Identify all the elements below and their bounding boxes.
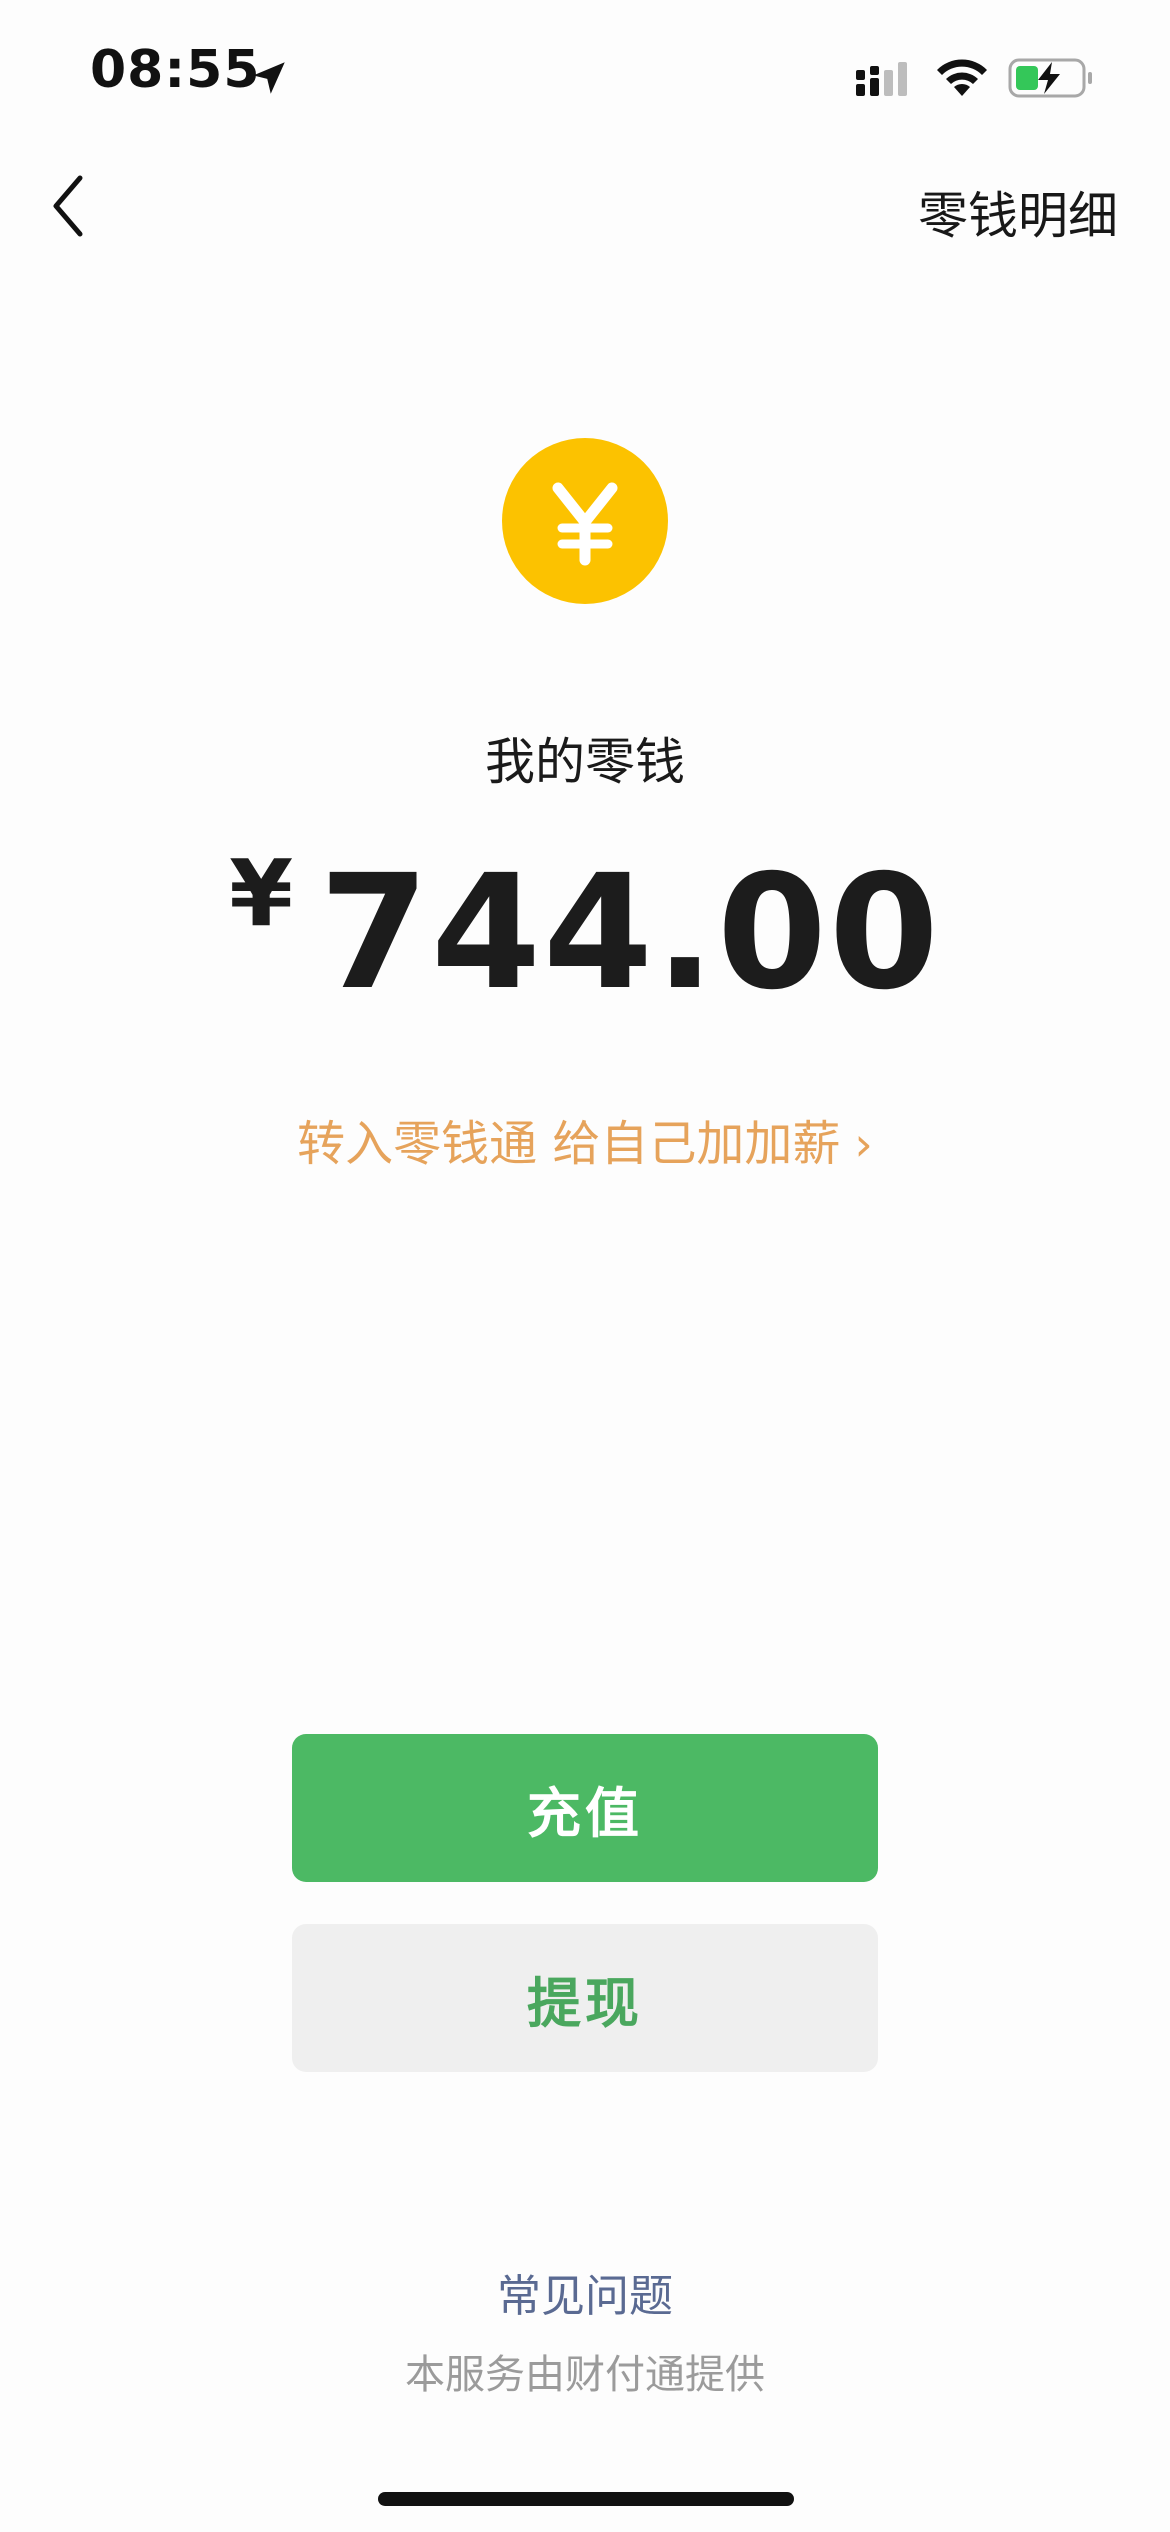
back-button[interactable] (38, 168, 98, 244)
promo-text: 转入零钱通 给自己加加薪 (297, 1116, 841, 1172)
faq-link[interactable]: 常见问题 (0, 2260, 1170, 2324)
location-arrow-icon (253, 62, 285, 94)
home-indicator[interactable] (378, 2492, 794, 2506)
promo-link[interactable]: 转入零钱通 给自己加加薪 › (0, 1104, 1170, 1174)
battery-charging-icon (1008, 58, 1092, 98)
wifi-icon (937, 59, 987, 96)
provider-text: 本服务由财付通提供 (405, 2352, 765, 2398)
chevron-right-icon: › (854, 1117, 873, 1171)
recharge-button[interactable]: 充值 (292, 1734, 878, 1882)
transaction-details-link[interactable]: 零钱明细 (918, 176, 1118, 248)
balance-amount: 744.00 (319, 841, 941, 1025)
cellular-signal-icon (856, 62, 907, 96)
balance-label: 我的零钱 (485, 733, 685, 791)
wallet-balance-screen: 08:55 零钱明细 我的零钱 ¥744.00 转入零钱通 给自己加加薪 › 充… (0, 0, 1170, 2532)
withdraw-button[interactable]: 提现 (292, 1924, 878, 2072)
currency-sign: ¥ (229, 840, 294, 947)
yuan-coin-icon (502, 438, 668, 604)
balance-display: ¥744.00 (0, 840, 1170, 1025)
status-time: 08:55 (90, 40, 261, 100)
